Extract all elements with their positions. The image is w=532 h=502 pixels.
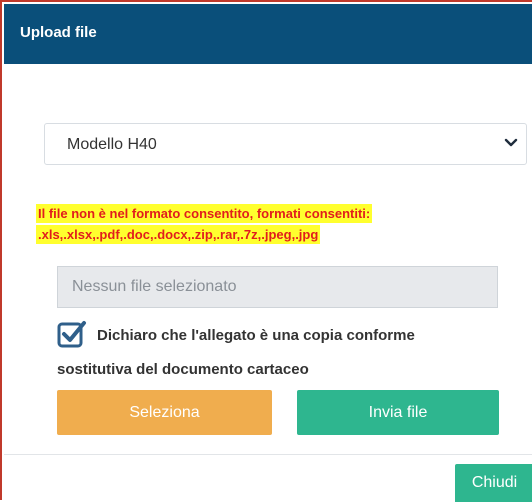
dialog-header: Upload file: [4, 4, 532, 64]
document-type-select[interactable]: Modello H40: [44, 123, 527, 165]
close-button[interactable]: Chiudi: [455, 464, 532, 502]
declaration-label-line-2: sostitutiva del documento cartaceo: [57, 361, 309, 378]
footer-divider: [4, 454, 532, 455]
declaration-label-line-1: Dichiaro che l'allegato è una copia conf…: [97, 327, 415, 344]
send-file-button[interactable]: Invia file: [297, 390, 499, 435]
selected-file-text: Nessun file selezionato: [72, 278, 237, 295]
select-file-button[interactable]: Seleziona: [57, 390, 272, 435]
document-type-value: Modello H40: [67, 136, 157, 153]
error-message-line-1: Il file non è nel formato consentito, fo…: [36, 204, 373, 223]
error-message-line-2: .xls,.xlsx,.pdf,.doc,.docx,.zip,.rar,.7z…: [36, 225, 321, 244]
selected-file-field[interactable]: Nessun file selezionato: [57, 266, 498, 308]
upload-dialog: Upload file Modello H40 Il file non è ne…: [0, 0, 532, 502]
chevron-down-icon: [504, 138, 518, 147]
checkbox-checked-icon[interactable]: [57, 319, 87, 349]
dialog-title: Upload file: [20, 24, 97, 41]
